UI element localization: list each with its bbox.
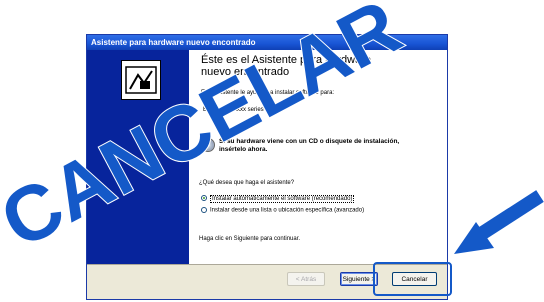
arrow-icon — [454, 190, 544, 254]
cancel-overlay: CANCELAR — [0, 0, 544, 266]
cancel-overlay-text: CANCELAR — [0, 0, 414, 265]
